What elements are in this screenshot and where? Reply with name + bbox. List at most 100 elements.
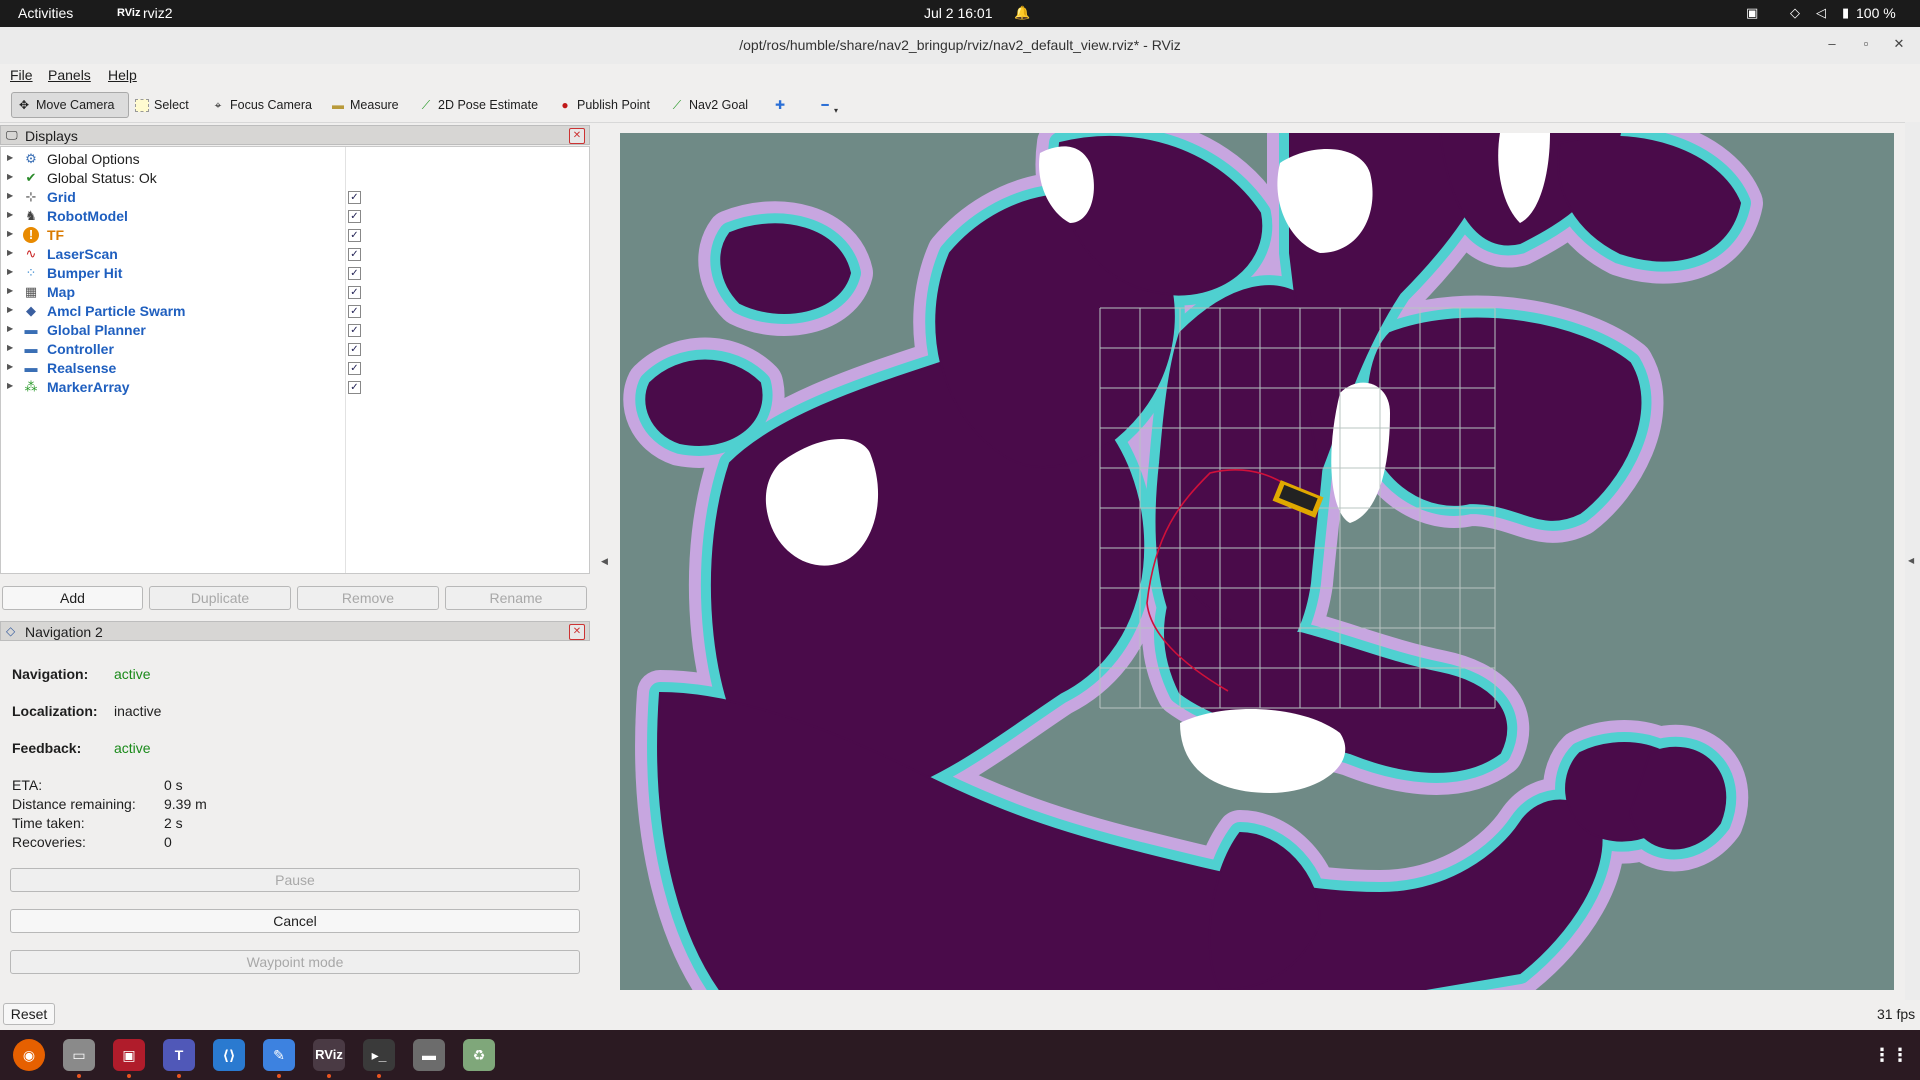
expand-arrow-icon[interactable]: ▶ xyxy=(7,286,13,295)
move-camera-tool[interactable]: ✥ Move Camera xyxy=(11,92,129,118)
clock[interactable]: Jul 2 16:01 xyxy=(924,5,993,21)
trash-icon[interactable]: ♻ xyxy=(463,1039,495,1071)
enable-checkbox[interactable]: ✓ xyxy=(348,267,361,280)
select-icon xyxy=(135,98,149,112)
display-item-label: Controller xyxy=(47,341,114,357)
reset-button[interactable]: Reset xyxy=(3,1003,55,1025)
display-item-label: LaserScan xyxy=(47,246,118,262)
display-item[interactable]: ▶ ⊹ Grid ✓ xyxy=(1,188,589,207)
select-tool[interactable]: Select xyxy=(130,92,194,118)
rviz-dock-icon[interactable]: RViz xyxy=(313,1039,345,1071)
time-taken-label: Time taken: xyxy=(12,815,85,831)
close-window-button[interactable]: ✕ xyxy=(1890,35,1908,53)
menu-file[interactable]: File xyxy=(10,67,33,83)
firefox-icon[interactable]: ◉ xyxy=(13,1039,45,1071)
display-item[interactable]: ▶ ⚙ Global Options xyxy=(1,150,589,169)
collapse-left-arrow[interactable]: ◀ xyxy=(601,556,608,567)
expand-arrow-icon[interactable]: ▶ xyxy=(7,153,13,162)
close-nav2-button[interactable]: ✕ xyxy=(569,624,585,640)
display-item[interactable]: ▶ ▬ Global Planner ✓ xyxy=(1,321,589,340)
files-icon[interactable]: ▭ xyxy=(63,1039,95,1071)
rename-display-button[interactable]: Rename xyxy=(445,586,587,610)
measure-tool[interactable]: ▬ Measure xyxy=(326,92,404,118)
enable-checkbox[interactable]: ✓ xyxy=(348,305,361,318)
expand-arrow-icon[interactable]: ▶ xyxy=(7,191,13,200)
display-item[interactable]: ▶ ⁘ Bumper Hit ✓ xyxy=(1,264,589,283)
activities-button[interactable]: Activities xyxy=(18,5,73,21)
enable-checkbox[interactable]: ✓ xyxy=(348,286,361,299)
pause-button[interactable]: Pause xyxy=(10,868,580,892)
enable-checkbox[interactable]: ✓ xyxy=(348,210,361,223)
volume-icon[interactable]: ◁ xyxy=(1816,5,1826,21)
display-item[interactable]: ▶ ▦ Map ✓ xyxy=(1,283,589,302)
app-menu[interactable]: rviz2 xyxy=(143,5,173,21)
display-item[interactable]: ▶ ⁂ MarkerArray ✓ xyxy=(1,378,589,397)
enable-checkbox[interactable]: ✓ xyxy=(348,191,361,204)
remove-display-button[interactable]: Remove xyxy=(297,586,439,610)
battery-icon[interactable]: ▮ xyxy=(1842,5,1849,21)
remove-tool-button[interactable]: ━ ▾ xyxy=(813,92,843,118)
teams-icon[interactable]: T xyxy=(163,1039,195,1071)
expand-arrow-icon[interactable]: ▶ xyxy=(7,362,13,371)
pose-estimate-tool[interactable]: ⟋ 2D Pose Estimate xyxy=(414,92,543,118)
display-item[interactable]: ▶ ♞ RobotModel ✓ xyxy=(1,207,589,226)
time-taken-value: 2 s xyxy=(164,815,183,831)
cancel-button[interactable]: Cancel xyxy=(10,909,580,933)
display-item[interactable]: ▶! TF ✓ xyxy=(1,226,589,245)
expand-right-arrow[interactable]: ◀ xyxy=(1908,556,1914,565)
expand-arrow-icon[interactable]: ▶ xyxy=(7,267,13,276)
3d-viewport[interactable] xyxy=(620,133,1894,990)
publish-point-tool[interactable]: ● Publish Point xyxy=(553,92,655,118)
expand-arrow-icon[interactable]: ▶ xyxy=(7,210,13,219)
terminal-icon[interactable]: ▸_ xyxy=(363,1039,395,1071)
minimize-button[interactable]: – xyxy=(1823,35,1841,53)
ssd-icon[interactable]: ▬ xyxy=(413,1039,445,1071)
expand-arrow-icon[interactable]: ▶ xyxy=(7,305,13,314)
display-item-label: Global Planner xyxy=(47,322,146,338)
enable-checkbox[interactable]: ✓ xyxy=(348,362,361,375)
display-item[interactable]: ▶ ∿ LaserScan ✓ xyxy=(1,245,589,264)
menu-panels[interactable]: Panels xyxy=(48,67,91,83)
show-apps-grid-icon[interactable]: ⋮⋮ xyxy=(1873,1039,1909,1071)
display-item[interactable]: ▶ ◆ Amcl Particle Swarm ✓ xyxy=(1,302,589,321)
add-tool-button[interactable]: ✚ xyxy=(768,92,792,118)
expand-arrow-icon[interactable]: ▶ xyxy=(7,248,13,257)
vscode-icon[interactable]: ⟨⟩ xyxy=(213,1039,245,1071)
display-item-label: Grid xyxy=(47,189,76,205)
display-item[interactable]: ▶ ▬ Realsense ✓ xyxy=(1,359,589,378)
teams-tray-icon[interactable]: ▣ xyxy=(1746,5,1758,21)
measure-label: Measure xyxy=(350,98,399,112)
display-item[interactable]: ▶ ✔ Global Status: Ok xyxy=(1,169,589,188)
menu-help[interactable]: Help xyxy=(108,67,137,83)
expand-arrow-icon[interactable]: ▶ xyxy=(7,324,13,333)
check-icon: ✔ xyxy=(25,170,37,185)
expand-arrow-icon[interactable]: ▶ xyxy=(7,343,13,352)
display-item-label: Realsense xyxy=(47,360,117,376)
remote-desktop-icon[interactable]: ▣ xyxy=(113,1039,145,1071)
expand-arrow-icon[interactable]: ▶ xyxy=(7,172,13,181)
close-displays-button[interactable]: ✕ xyxy=(569,128,585,144)
text-editor-icon[interactable]: ✎ xyxy=(263,1039,295,1071)
enable-checkbox[interactable]: ✓ xyxy=(348,324,361,337)
duplicate-display-button[interactable]: Duplicate xyxy=(149,586,291,610)
expand-arrow-icon[interactable]: ▶ xyxy=(7,229,13,238)
maximize-button[interactable]: ▫ xyxy=(1857,35,1875,53)
minus-icon: ━ xyxy=(821,98,829,112)
enable-checkbox[interactable]: ✓ xyxy=(348,381,361,394)
add-display-button[interactable]: Add xyxy=(2,586,143,610)
warning-icon: ! xyxy=(23,227,39,243)
costmap-render xyxy=(620,133,1894,990)
enable-checkbox[interactable]: ✓ xyxy=(348,248,361,261)
display-item[interactable]: ▶ ▬ Controller ✓ xyxy=(1,340,589,359)
focus-camera-tool[interactable]: ⌖ Focus Camera xyxy=(206,92,317,118)
wifi-icon[interactable]: ◇ xyxy=(1790,5,1800,21)
waypoint-mode-button[interactable]: Waypoint mode xyxy=(10,950,580,974)
viewport-scroll-strip[interactable]: ◀ xyxy=(1905,122,1920,1022)
menu-bar: File Panels Help xyxy=(0,64,1920,86)
ruler-icon: ▬ xyxy=(332,98,344,112)
nav2-goal-tool[interactable]: ⟋ Nav2 Goal xyxy=(665,92,753,118)
enable-checkbox[interactable]: ✓ xyxy=(348,343,361,356)
enable-checkbox[interactable]: ✓ xyxy=(348,229,361,242)
feedback-value: active xyxy=(114,740,151,756)
expand-arrow-icon[interactable]: ▶ xyxy=(7,381,13,390)
